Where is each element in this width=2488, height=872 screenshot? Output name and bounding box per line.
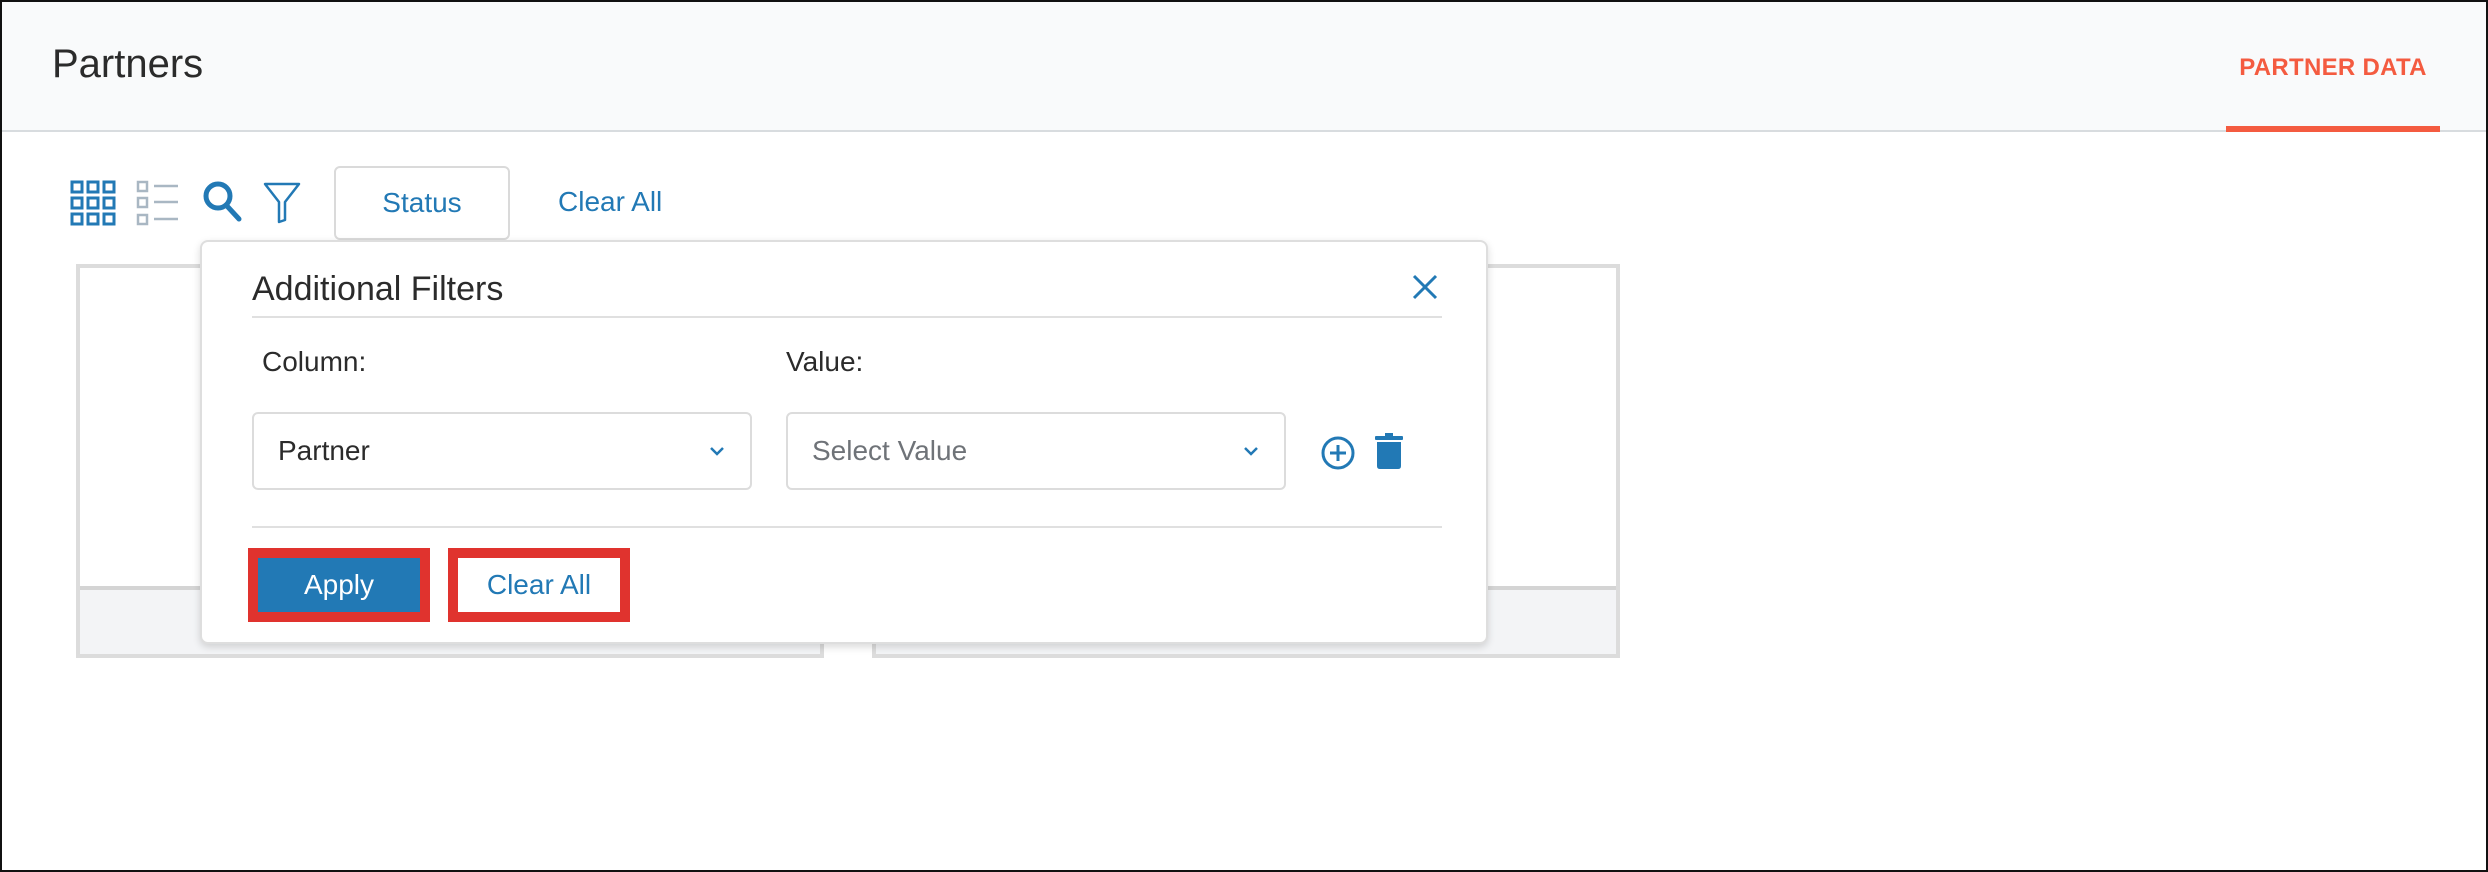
- chevron-down-icon: [1244, 447, 1258, 456]
- search-icon[interactable]: [202, 180, 244, 224]
- column-select[interactable]: Partner: [252, 412, 752, 490]
- value-label: Value:: [786, 346, 864, 377]
- popup-title: Additional Filters: [252, 270, 504, 308]
- close-icon[interactable]: [1410, 272, 1440, 302]
- apply-button[interactable]: Apply: [258, 558, 420, 612]
- add-filter-icon[interactable]: [1320, 435, 1356, 471]
- list-view-icon[interactable]: [136, 180, 180, 226]
- clear-all-link[interactable]: Clear All: [558, 186, 662, 218]
- chevron-down-icon: [710, 447, 724, 456]
- clear-all-highlight: Clear All: [448, 548, 630, 622]
- page-title: Partners: [52, 42, 204, 86]
- status-filter-button[interactable]: Status: [334, 166, 510, 240]
- tab-label: PARTNER DATA: [2239, 54, 2427, 81]
- grid-view-icon[interactable]: [70, 180, 116, 226]
- value-select[interactable]: Select Value: [786, 412, 1286, 490]
- value-select-placeholder: Select Value: [812, 435, 968, 466]
- column-label: Column:: [262, 346, 367, 377]
- additional-filters-popup: Additional Filters Column: Value: Partne…: [200, 240, 1488, 644]
- tab-active-indicator: [2226, 126, 2440, 132]
- tab-partner-data[interactable]: PARTNER DATA: [2226, 2, 2440, 132]
- divider: [252, 526, 1442, 528]
- apply-highlight: Apply: [248, 548, 430, 622]
- divider: [252, 316, 1442, 318]
- page-header: Partners PARTNER DATA: [2, 2, 2486, 132]
- trash-icon[interactable]: [1374, 432, 1404, 470]
- column-select-value: Partner: [278, 435, 370, 466]
- filter-icon[interactable]: [262, 180, 302, 224]
- clear-all-button[interactable]: Clear All: [458, 558, 620, 612]
